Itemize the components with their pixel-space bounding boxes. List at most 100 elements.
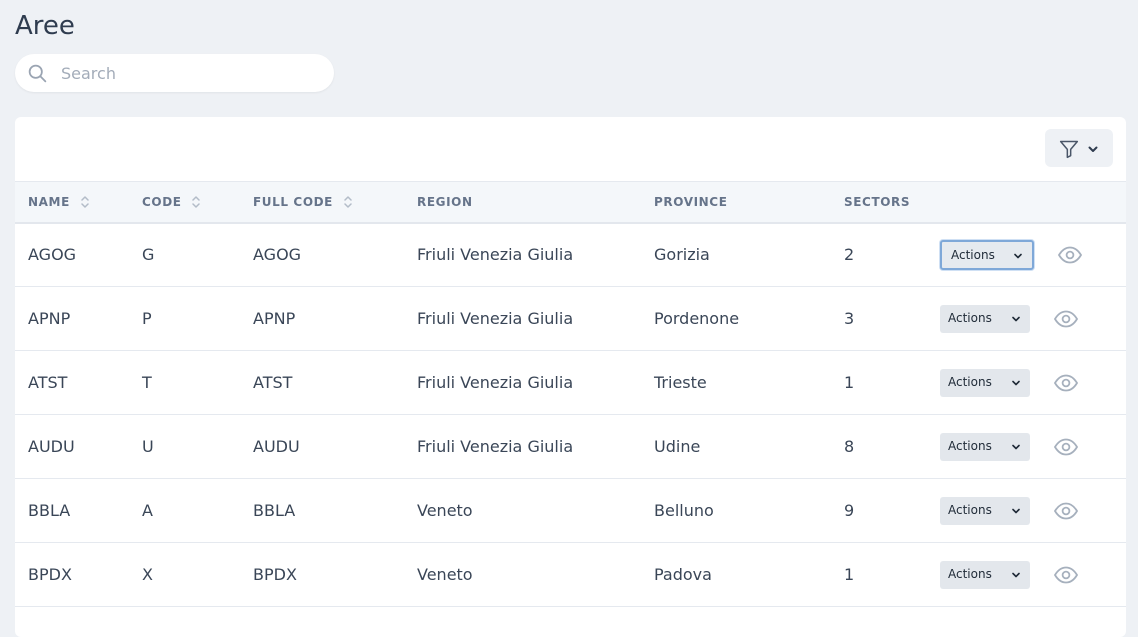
actions-dropdown-label: Actions	[948, 566, 992, 581]
cell-sectors: 2	[844, 245, 855, 265]
eye-icon	[1058, 246, 1083, 264]
column-header-region: REGION	[417, 194, 473, 209]
cell-actions: Actions	[940, 223, 1126, 287]
sort-icon[interactable]	[344, 195, 352, 209]
cell-full-code: AGOG	[253, 245, 302, 265]
actions-dropdown[interactable]: Actions	[940, 432, 1030, 461]
table-header-row: NAME CODE FULL CODE REGION PROVINCE SECT…	[15, 181, 1126, 223]
cell-region: Veneto	[417, 565, 473, 584]
cell-name: BPDX	[28, 565, 72, 584]
cell-province: Gorizia	[654, 245, 710, 265]
cell-code: P	[142, 309, 152, 328]
sort-icon[interactable]	[192, 195, 201, 209]
cell-full-code: ATST	[253, 373, 293, 392]
cell-full-code: AUDU	[253, 437, 300, 456]
chevron-down-icon	[1012, 316, 1020, 321]
cell-full-code: BBLA	[253, 501, 296, 520]
actions-dropdown-label: Actions	[948, 502, 992, 517]
eye-icon	[1054, 438, 1079, 455]
sort-icon[interactable]	[80, 195, 89, 209]
cell-actions: Actions	[940, 351, 1126, 415]
cell-province: Pordenone	[654, 309, 740, 328]
table-row: BPDX X BPDX Veneto Padova 1 Actions	[15, 543, 1126, 607]
resource-table-card: NAME CODE FULL CODE REGION PROVINCE SECT…	[15, 117, 1126, 637]
cell-region: Friuli Venezia Giulia	[417, 245, 574, 265]
table-row: AUDU U AUDU Friuli Venezia Giulia Udine …	[15, 415, 1126, 479]
eye-icon	[1054, 502, 1079, 519]
view-button[interactable]	[1053, 437, 1079, 457]
cell-region: Friuli Venezia Giulia	[417, 309, 574, 328]
cell-actions: Actions	[940, 287, 1126, 351]
actions-dropdown-label: Actions	[951, 247, 995, 262]
view-button[interactable]	[1053, 501, 1079, 521]
column-header-name[interactable]: NAME	[15, 182, 129, 223]
cell-province: Trieste	[654, 373, 707, 392]
actions-dropdown-label: Actions	[948, 310, 992, 325]
cell-code: A	[142, 501, 153, 520]
search-input[interactable]	[61, 54, 321, 92]
eye-icon	[1054, 566, 1079, 583]
chevron-down-icon	[1012, 572, 1020, 577]
cell-sectors: 8	[844, 437, 855, 456]
filter-icon	[1059, 140, 1079, 159]
column-header-sectors: SECTORS	[844, 194, 911, 209]
cell-sectors: 3	[844, 309, 855, 328]
cell-province: Udine	[654, 437, 701, 456]
cell-province: Belluno	[654, 501, 714, 520]
areas-table: NAME CODE FULL CODE REGION PROVINCE SECT…	[15, 181, 1126, 607]
actions-dropdown-label: Actions	[948, 438, 992, 453]
cell-name: APNP	[28, 309, 71, 328]
actions-dropdown[interactable]: Actions	[940, 368, 1030, 397]
cell-region: Friuli Venezia Giulia	[417, 373, 574, 392]
actions-dropdown[interactable]: Actions	[940, 496, 1030, 525]
search-box[interactable]	[15, 54, 334, 92]
cell-code: X	[142, 565, 153, 584]
chevron-down-icon	[1012, 444, 1020, 449]
eye-icon	[1054, 374, 1079, 391]
table-row: BBLA A BBLA Veneto Belluno 9 Actions	[15, 479, 1126, 543]
column-header-full-code[interactable]: FULL CODE	[240, 182, 404, 223]
cell-name: AUDU	[28, 437, 75, 456]
view-button[interactable]	[1057, 245, 1083, 265]
cell-code: U	[142, 437, 154, 456]
cell-actions: Actions	[940, 543, 1126, 607]
actions-dropdown[interactable]: Actions	[940, 239, 1034, 270]
actions-dropdown[interactable]: Actions	[940, 560, 1030, 589]
cell-region: Friuli Venezia Giulia	[417, 437, 574, 456]
chevron-down-icon	[1012, 508, 1020, 513]
table-row: AGOG G AGOG Friuli Venezia Giulia Gorizi…	[15, 223, 1126, 287]
search-icon	[28, 64, 47, 83]
view-button[interactable]	[1053, 565, 1079, 585]
cell-name: ATST	[28, 373, 68, 392]
cell-code: G	[142, 245, 155, 265]
view-button[interactable]	[1053, 309, 1079, 329]
cell-code: T	[142, 373, 152, 392]
chevron-down-icon	[1088, 146, 1098, 152]
cell-sectors: 9	[844, 501, 855, 520]
cell-sectors: 1	[844, 565, 855, 584]
column-label-code: CODE	[142, 194, 182, 209]
cell-full-code: BPDX	[253, 565, 297, 584]
actions-dropdown[interactable]: Actions	[940, 304, 1030, 333]
cell-region: Veneto	[417, 501, 473, 520]
cell-name: BBLA	[28, 501, 71, 520]
eye-icon	[1054, 310, 1079, 327]
column-header-actions	[940, 182, 1126, 223]
table-row: APNP P APNP Friuli Venezia Giulia Porden…	[15, 287, 1126, 351]
cell-full-code: APNP	[253, 309, 296, 328]
view-button[interactable]	[1053, 373, 1079, 393]
chevron-down-icon	[1014, 253, 1022, 259]
chevron-down-icon	[1012, 380, 1020, 385]
actions-dropdown-label: Actions	[948, 374, 992, 389]
cell-actions: Actions	[940, 479, 1126, 543]
filter-dropdown-button[interactable]	[1045, 129, 1113, 167]
table-row: ATST T ATST Friuli Venezia Giulia Triest…	[15, 351, 1126, 415]
cell-province: Padova	[654, 565, 712, 584]
cell-sectors: 1	[844, 373, 855, 392]
table-toolbar	[15, 117, 1126, 181]
column-header-code[interactable]: CODE	[129, 182, 240, 223]
table-body: AGOG G AGOG Friuli Venezia Giulia Gorizi…	[15, 223, 1126, 607]
cell-name: AGOG	[28, 245, 77, 265]
column-label-name: NAME	[28, 194, 70, 209]
cell-actions: Actions	[940, 415, 1126, 479]
